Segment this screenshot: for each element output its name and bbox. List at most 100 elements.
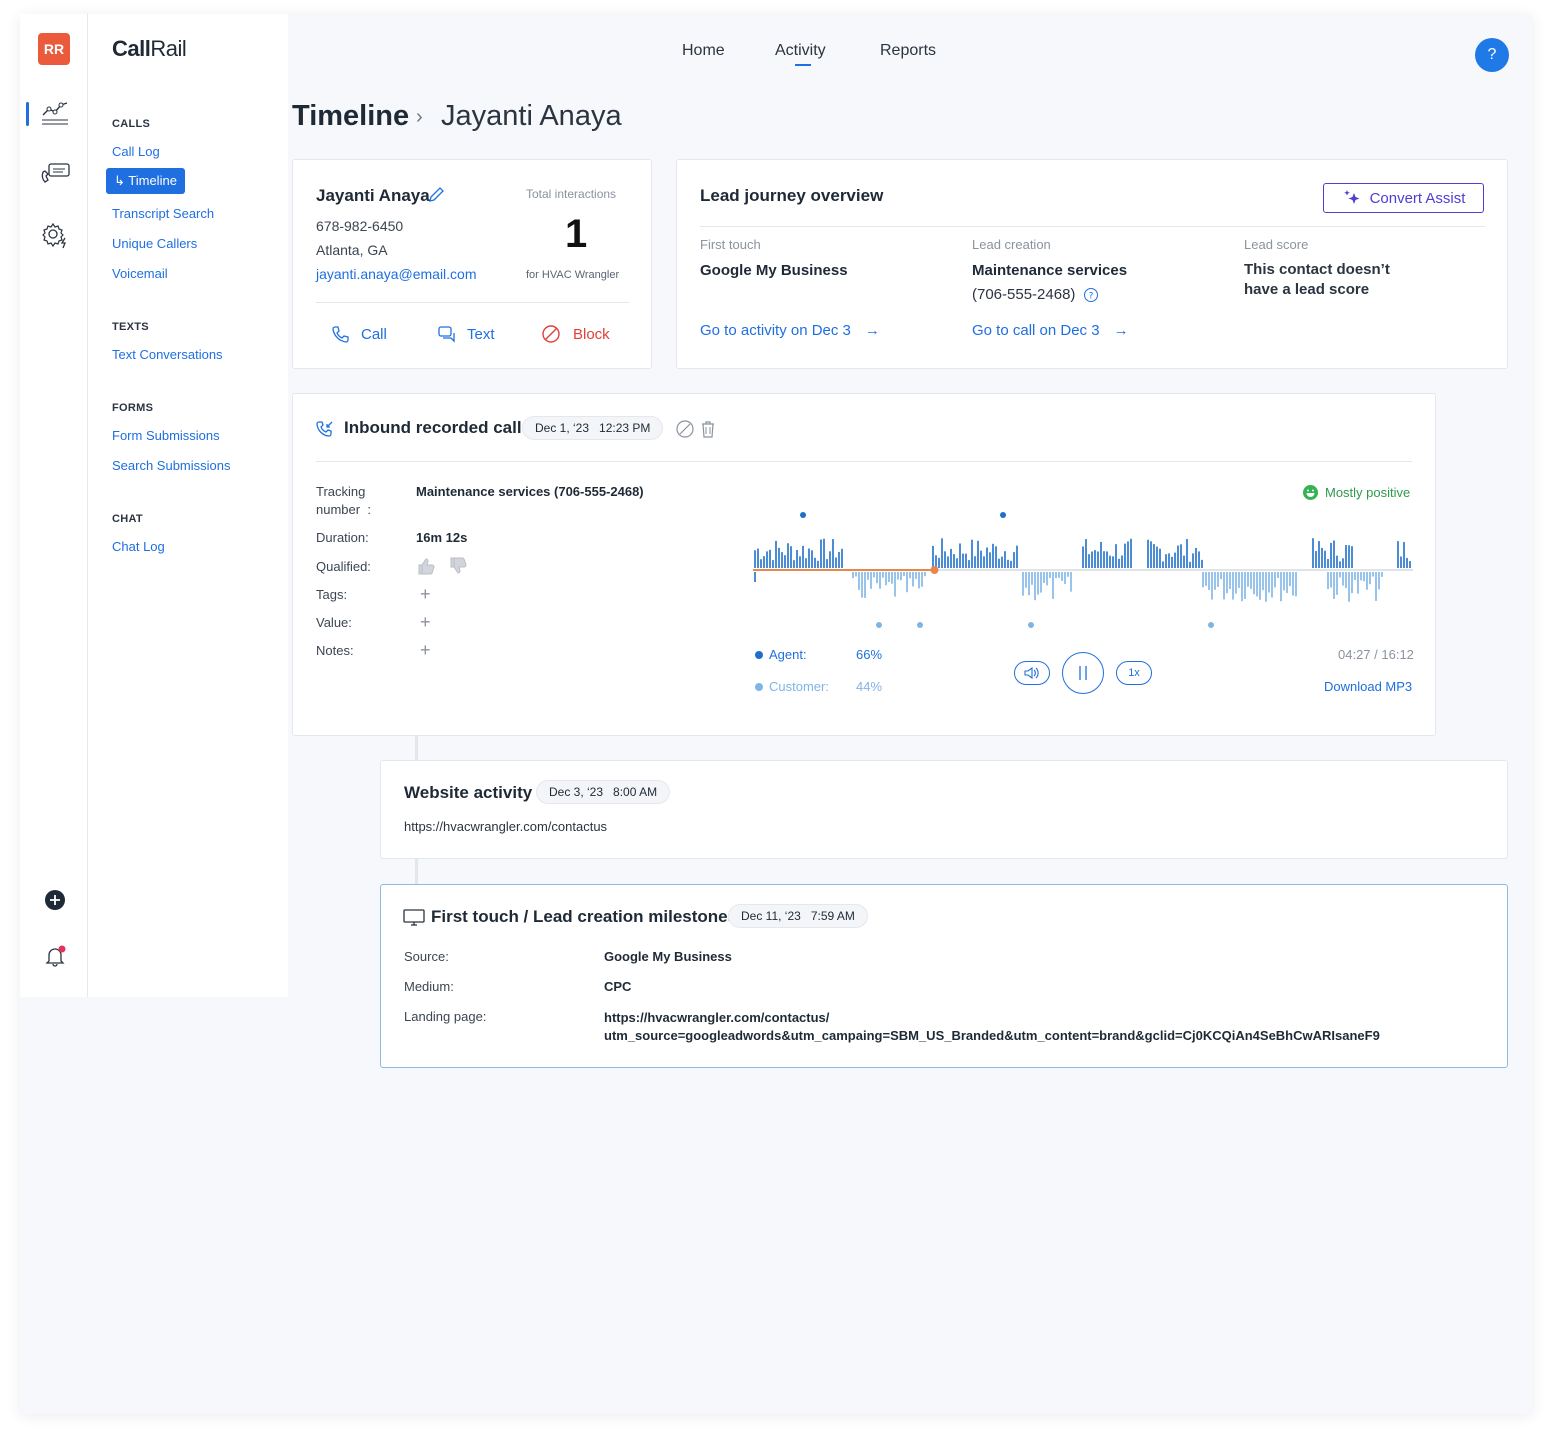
nav-item-form-submissions[interactable]: Form Submissions: [112, 428, 220, 443]
nav-item-timeline[interactable]: ↳ Timeline: [106, 168, 185, 194]
svg-text:?: ?: [1089, 291, 1094, 301]
contact-name: Jayanti Anaya: [316, 186, 430, 205]
add-notes-icon[interactable]: +: [420, 640, 431, 661]
lead-creation-link[interactable]: Go to call on Dec 3 →: [972, 322, 1129, 339]
website-url[interactable]: https://hvacwrangler.com/contactus: [404, 819, 607, 834]
duration-value: 16m 12s: [416, 530, 468, 545]
tags-label: Tags:: [316, 587, 348, 602]
call-waveform[interactable]: [753, 510, 1413, 640]
contact-phone: 678-982-6450: [316, 218, 404, 234]
smile-icon: [1303, 485, 1318, 500]
lead-creation-value: Maintenance services: [972, 262, 1128, 279]
page-title: Timeline: [292, 100, 410, 132]
conversations-icon[interactable]: [38, 157, 72, 191]
nav-item-transcript-search[interactable]: Transcript Search: [112, 206, 214, 221]
call-divider: [316, 461, 1412, 462]
journey-divider: [700, 226, 1485, 227]
duration-label: Duration:: [316, 530, 369, 545]
nav-item-chat-log[interactable]: Chat Log: [112, 539, 165, 554]
contact-divider: [316, 302, 629, 303]
pause-icon: [1079, 666, 1087, 680]
block-action-button[interactable]: Block: [541, 324, 610, 344]
no-answer-icon[interactable]: [675, 419, 695, 444]
topnav-reports[interactable]: Reports: [880, 42, 936, 60]
nav-item-voicemail[interactable]: Voicemail: [112, 266, 168, 281]
customer-marker-dot: [917, 622, 923, 628]
callrail-logo[interactable]: CallRail: [112, 36, 187, 62]
nav-section-forms: FORMS: [112, 402, 154, 414]
lead-journey-card: Lead journey overview Convert Assist Fir…: [676, 159, 1508, 369]
analytics-icon[interactable]: [38, 96, 72, 130]
arrow-right-icon: →: [864, 322, 880, 339]
download-mp3-link[interactable]: Download MP3: [1324, 679, 1412, 694]
nav-item-call-log[interactable]: Call Log: [112, 144, 160, 159]
contact-email-link[interactable]: jayanti.anaya@email.com: [316, 266, 477, 282]
nav-item-unique-callers[interactable]: Unique Callers: [112, 236, 197, 251]
chat-bubble-icon: [438, 326, 455, 343]
agent-dot: [755, 650, 763, 659]
timeline-connector: [415, 859, 418, 884]
add-value-icon[interactable]: +: [420, 612, 431, 633]
pause-button[interactable]: [1062, 652, 1104, 694]
notifications-bell-icon[interactable]: [38, 939, 72, 973]
landing-page-value[interactable]: https://hvacwrangler.com/contactus/utm_s…: [604, 1009, 1380, 1045]
milestone-title: First touch / Lead creation milestones: [431, 907, 738, 926]
playback-progress-handle: [930, 566, 939, 574]
lead-score-value: This contact doesn’t have a lead score: [1244, 261, 1390, 298]
milestone-datetime-badge: Dec 11, ‘23 7:59 AM: [728, 904, 868, 928]
rail-active-indicator: [26, 102, 29, 126]
customer-legend: Customer:: [755, 679, 829, 694]
lead-score-label: Lead score: [1244, 237, 1309, 252]
breadcrumb-chevron-icon: ›: [416, 106, 423, 128]
agent-legend: Agent:: [755, 647, 807, 662]
account-avatar[interactable]: RR: [38, 33, 70, 65]
value-label: Value:: [316, 615, 352, 630]
lead-journey-title: Lead journey overview: [700, 186, 884, 205]
call-action-button[interactable]: Call: [331, 324, 387, 344]
inbound-call-icon: [316, 420, 334, 443]
notes-label: Notes:: [316, 643, 354, 658]
nav-section-chat: CHAT: [112, 513, 143, 525]
add-tag-icon[interactable]: +: [420, 584, 431, 605]
nav-item-search-submissions[interactable]: Search Submissions: [112, 458, 231, 473]
sentiment-indicator: Mostly positive: [1302, 484, 1410, 501]
interactions-company: for HVAC Wrangler: [526, 269, 620, 281]
settings-icon[interactable]: [38, 218, 72, 252]
help-circle-icon[interactable]: ?: [1083, 287, 1099, 303]
text-action-button[interactable]: Text: [437, 324, 495, 344]
help-button[interactable]: ?: [1475, 38, 1509, 72]
arrow-right-icon: →: [1113, 322, 1129, 339]
trash-icon[interactable]: [699, 419, 717, 444]
first-touch-link[interactable]: Go to activity on Dec 3 →: [700, 322, 880, 339]
desktop-monitor-icon: [403, 909, 425, 932]
total-interactions-label: Total interactions: [526, 187, 617, 201]
add-icon[interactable]: [38, 883, 72, 917]
thumbs-up-icon[interactable]: [416, 556, 436, 576]
lead-creation-label: Lead creation: [972, 237, 1051, 252]
edit-pencil-icon[interactable]: [427, 186, 445, 209]
milestone-card: First touch / Lead creation milestones D…: [380, 884, 1508, 1068]
convert-assist-button[interactable]: Convert Assist: [1323, 183, 1484, 213]
first-touch-label: First touch: [700, 237, 761, 252]
first-touch-value: Google My Business: [700, 262, 848, 279]
phone-icon: [332, 326, 349, 343]
customer-dot: [755, 682, 763, 691]
customer-marker-dot: [1028, 622, 1034, 628]
topnav-home[interactable]: Home: [682, 42, 725, 60]
timeline-connector: [415, 736, 418, 760]
playback-speed-button[interactable]: 1x: [1116, 661, 1152, 685]
source-label: Source:: [404, 949, 449, 964]
agent-percentage: 66%: [856, 647, 883, 662]
customer-marker-dot: [876, 622, 882, 628]
landing-page-label: Landing page:: [404, 1009, 487, 1024]
topnav-activity[interactable]: Activity: [775, 42, 826, 60]
thumbs-down-icon[interactable]: [448, 556, 468, 576]
tracking-number-value: Maintenance services (706-555-2468): [416, 484, 644, 499]
volume-button[interactable]: [1014, 661, 1050, 685]
nav-item-text-conversations[interactable]: Text Conversations: [112, 347, 223, 362]
playback-position: 04:27 / 16:12: [1338, 647, 1414, 662]
medium-label: Medium:: [404, 979, 454, 994]
lead-creation-number: (706-555-2468) ?: [972, 286, 1099, 303]
topnav-active-underline: [795, 64, 811, 66]
tracking-number-label: Tracking number :: [316, 484, 371, 517]
